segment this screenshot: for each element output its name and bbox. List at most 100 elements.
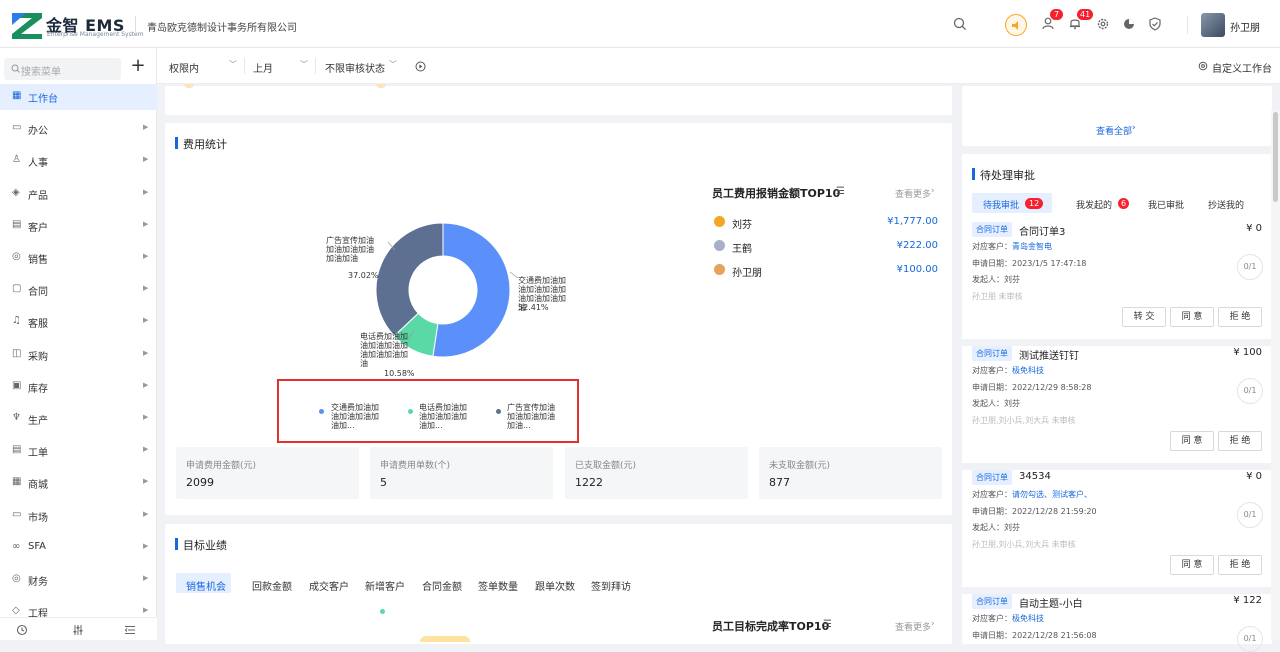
legend-phone[interactable]: 电话费加油加油加油加油加油加... [419, 403, 469, 430]
customer-link[interactable]: 请勿勾选、测试客户、 [1012, 490, 1092, 499]
avatar[interactable] [1201, 13, 1225, 37]
tab-sales-opportunity[interactable]: 销售机会 [186, 578, 226, 593]
donut-slice[interactable] [432, 222, 511, 358]
tab-initiated[interactable]: 我发起的 [1076, 198, 1112, 211]
tab-follow-count[interactable]: 跟单次数 [535, 578, 575, 593]
donut-slice[interactable] [375, 222, 444, 337]
rank-value: ¥222.00 [896, 240, 938, 251]
sidebar-item-label: 商城 [28, 480, 48, 492]
sidebar-item[interactable]: ▭ 市场 ▶ [0, 503, 157, 529]
rank-name: 王鹤 [732, 244, 752, 255]
period-select[interactable]: 上月 ﹀ [253, 56, 308, 76]
target-ranking-title: 员工目标完成率TOP10 [712, 620, 830, 633]
target-view-more[interactable]: 查看更多 [895, 620, 931, 633]
customer-link[interactable]: 极免科技 [1012, 366, 1044, 375]
scope-select[interactable]: 权限内 ﹀ [169, 56, 237, 76]
legend-transport[interactable]: 交通费加油加油加油加油加油加... [331, 403, 381, 430]
tab-payment-amount[interactable]: 回款金额 [252, 578, 292, 593]
pending-badge: 12 [1025, 198, 1044, 209]
previous-card [165, 86, 952, 115]
menu-icon: ▭ [12, 508, 22, 520]
scrollbar-thumb[interactable] [1273, 112, 1278, 202]
gear-icon[interactable] [1095, 16, 1111, 32]
tab-new-customer[interactable]: 新增客户 [365, 578, 405, 593]
sidebar-item-label: 市场 [28, 512, 48, 524]
pie-pct-transport: 52.41% [518, 303, 549, 312]
section-marker [175, 538, 178, 550]
view-all-link[interactable]: 查看全部 [1096, 124, 1132, 137]
username[interactable]: 孙卫朋 [1230, 19, 1260, 34]
approval-action-button[interactable]: 转 交 [1122, 307, 1166, 327]
sidebar-item[interactable]: ◫ 采购 ▶ [0, 342, 157, 368]
sidebar-item[interactable]: ▤ 客户 ▶ [0, 213, 157, 239]
sliders-icon[interactable] [72, 624, 84, 636]
tab-sign-count[interactable]: 签单数量 [478, 578, 518, 593]
sidebar-item-label: 财务 [28, 577, 48, 588]
sidebar-item[interactable]: ▦ 工作台 [0, 84, 157, 110]
sidebar-item[interactable]: ♫ 客服 ▶ [0, 309, 157, 335]
approval-action-button[interactable]: 拒 绝 [1218, 431, 1262, 451]
approval-action-button[interactable]: 同 意 [1170, 431, 1214, 451]
sidebar-item[interactable]: ◈ 产品 ▶ [0, 181, 157, 207]
message-badge: 7 [1050, 9, 1063, 20]
approval-amount: ¥ 0 [1246, 471, 1262, 482]
sidebar-item[interactable]: ◎ 销售 ▶ [0, 245, 157, 271]
pie-pct-phone: 10.58% [384, 369, 415, 378]
target-title: 目标业绩 [183, 539, 227, 552]
sidebar-item[interactable]: ♙ 人事 ▶ [0, 148, 157, 174]
stat-paid-amount: 已支取金额(元) 1222 [565, 447, 748, 499]
sidebar-item[interactable]: ▢ 合同 ▶ [0, 277, 157, 303]
stat-value: 1222 [575, 476, 603, 489]
approval-initiator: 发起人：刘芬 [972, 275, 1020, 284]
approval-title[interactable]: 合同订单3 [1019, 223, 1065, 238]
legend-ad[interactable]: 广告宣传加油加油加油加油加油... [507, 403, 559, 430]
tab-approved[interactable]: 我已审批 [1148, 198, 1184, 211]
customer-label: 对应客户： [972, 490, 1012, 499]
logo-icon[interactable] [12, 13, 42, 39]
announcement-button[interactable] [1005, 14, 1027, 36]
list-icon[interactable]: ☰ [823, 619, 832, 630]
legend-dot-ad [496, 409, 501, 414]
add-menu-button[interactable]: + [127, 56, 149, 78]
list-icon[interactable]: ☰ [836, 186, 845, 197]
message-button[interactable]: 7 [1041, 9, 1063, 32]
approval-progress: 0/1 [1237, 378, 1263, 404]
tab-checkin-visit[interactable]: 签到拜访 [591, 578, 631, 593]
sidebar-item[interactable]: ▣ 库存 ▶ [0, 374, 157, 400]
shield-icon[interactable] [1147, 16, 1163, 32]
tab-cc-me[interactable]: 抄送我的 [1208, 198, 1244, 211]
label-leader-line [509, 271, 519, 279]
tab-pending-me[interactable]: 待我审批 [983, 198, 1019, 211]
sidebar-item[interactable]: ♆ 生产 ▶ [0, 406, 157, 432]
chevron-right-icon: › [931, 619, 935, 629]
approval-action-button[interactable]: 同 意 [1170, 555, 1214, 575]
stat-value: 5 [380, 476, 387, 489]
sidebar-item-label: 合同 [28, 287, 48, 299]
sidebar-item[interactable]: ∞ SFA ▶ [0, 535, 157, 561]
sidebar-item[interactable]: ▦ 商城 ▶ [0, 470, 157, 496]
customer-link[interactable]: 极免科技 [1012, 614, 1044, 623]
menu-icon: ◇ [12, 605, 20, 617]
approval-title[interactable]: 自动主题-小白 [1019, 595, 1083, 610]
approval-action-button[interactable]: 同 意 [1170, 307, 1214, 327]
collapse-menu-icon[interactable] [124, 624, 136, 636]
search-icon[interactable] [952, 16, 968, 32]
approval-title[interactable]: 测试推送钉钉 [1019, 347, 1079, 362]
history-icon[interactable] [16, 624, 28, 636]
tab-contract-amount[interactable]: 合同金额 [422, 578, 462, 593]
expense-view-more[interactable]: 查看更多 [895, 187, 931, 200]
sidebar-item[interactable]: ◎ 财务 ▶ [0, 567, 157, 593]
approval-action-button[interactable]: 拒 绝 [1218, 555, 1262, 575]
sidebar-item[interactable]: ▤ 工单 ▶ [0, 438, 157, 464]
sidebar-item[interactable]: ▭ 办公 ▶ [0, 116, 157, 142]
chevron-right-icon: › [931, 186, 935, 196]
approval-title[interactable]: 34534 [1019, 471, 1051, 482]
status-select[interactable]: 不限审核状态 ﹀ [325, 56, 397, 76]
pie-chart-icon[interactable] [1121, 16, 1137, 32]
customer-link[interactable]: 青岛金智电 [1012, 242, 1052, 251]
play-circle-icon[interactable] [415, 61, 426, 72]
notification-button[interactable]: 41 [1068, 9, 1094, 32]
tab-deal-customer[interactable]: 成交客户 [309, 578, 349, 593]
initiated-badge: 6 [1118, 198, 1129, 209]
approval-action-button[interactable]: 拒 绝 [1218, 307, 1262, 327]
